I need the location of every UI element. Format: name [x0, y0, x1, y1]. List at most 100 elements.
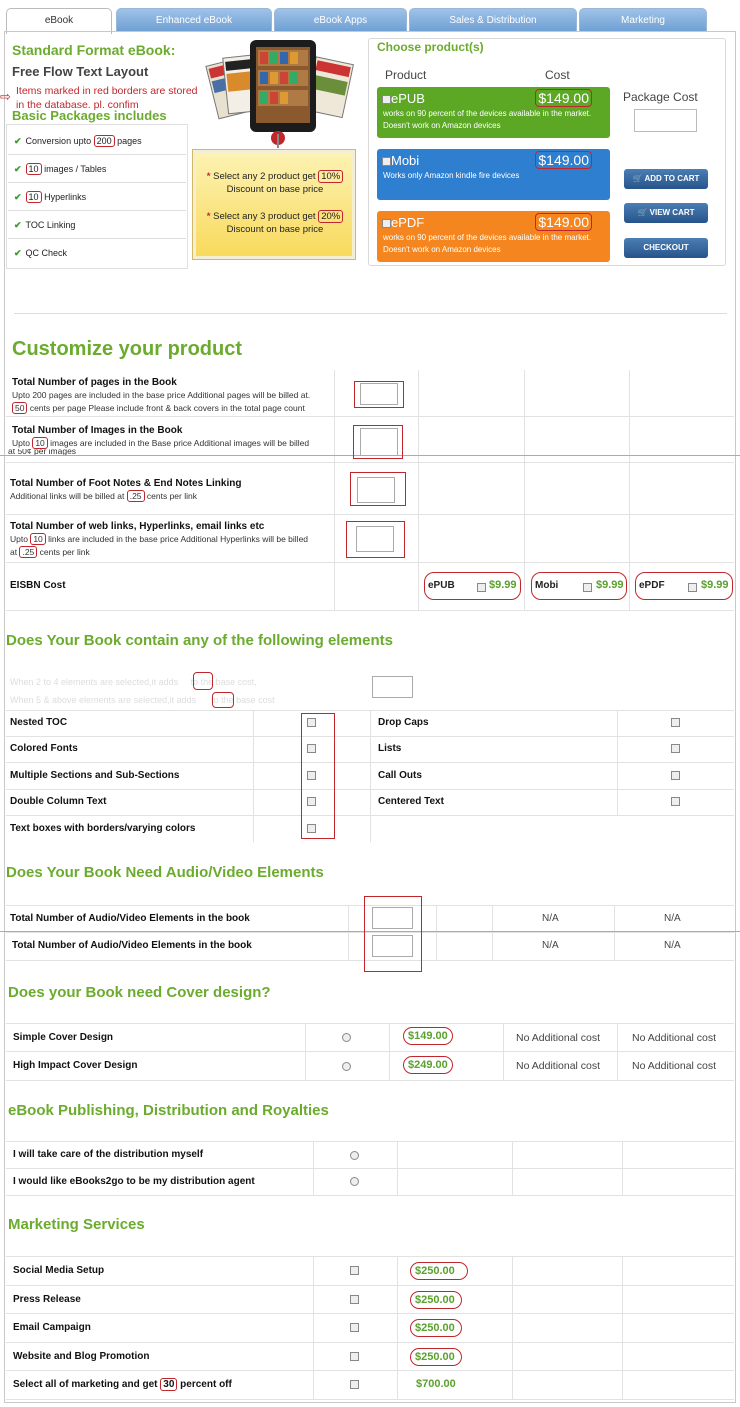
website-promotion-price: $250.00 [410, 1348, 462, 1366]
lists-checkbox[interactable] [671, 744, 680, 753]
grid-line [6, 1256, 734, 1257]
feature-item: ✔ 10 Hyperlinks [8, 183, 186, 211]
pages-input[interactable] [360, 383, 398, 405]
grid-line [512, 1141, 513, 1195]
grid-line [492, 905, 493, 960]
add-to-cart-button[interactable]: 🛒 ADD TO CART [624, 169, 708, 189]
email-campaign-checkbox[interactable] [350, 1323, 359, 1332]
grid-line [6, 1342, 734, 1343]
grid-line [436, 905, 437, 960]
images-input[interactable] [360, 428, 398, 456]
av-title: Does Your Book Need Audio/Video Elements [6, 864, 324, 881]
package-cost-field[interactable] [634, 109, 697, 132]
feature-number: 200 [93, 135, 115, 147]
na-text: N/A [664, 940, 681, 951]
epdf-checkbox[interactable] [382, 219, 391, 228]
grid-line [348, 905, 349, 960]
checkout-button[interactable]: CHECKOUT [624, 238, 708, 258]
tab-marketing[interactable]: Marketing [579, 8, 707, 32]
text-boxes-checkbox[interactable] [307, 824, 316, 833]
check-icon: ✔ [14, 192, 22, 202]
tab-enhanced-ebook[interactable]: Enhanced eBook [116, 8, 272, 32]
press-release-checkbox[interactable] [350, 1295, 359, 1304]
grid-line [622, 1256, 623, 1399]
grid-line [6, 736, 734, 737]
product-epub[interactable]: ePUB $149.00 works on 90 percent of the … [377, 87, 610, 138]
cart-icon: 🛒 [632, 174, 645, 183]
product-mobi[interactable]: Mobi $149.00 Works only Amazon kindle fi… [377, 149, 610, 200]
call-outs-checkbox[interactable] [671, 771, 680, 780]
av-input[interactable] [372, 935, 413, 957]
customize-title: Customize your product [12, 338, 243, 360]
grid-line [397, 1256, 398, 1399]
view-cart-button[interactable]: 🛒 VIEW CART [624, 203, 708, 223]
distribution-agent-radio[interactable] [350, 1177, 359, 1186]
eisbn-mobi[interactable]: Mobi $9.99 [531, 572, 627, 600]
distribution-self-radio[interactable] [350, 1151, 359, 1160]
page-subtitle: Free Flow Text Layout [12, 64, 149, 79]
press-release-label: Press Release [13, 1294, 81, 1305]
check-icon: ✔ [14, 220, 22, 230]
weblinks-label: Total Number of web links, Hyperlinks, e… [10, 521, 265, 532]
grid-line [6, 1141, 734, 1142]
eisbn-epub[interactable]: ePUB $9.99 [424, 572, 521, 600]
high-impact-cover-radio[interactable] [342, 1062, 351, 1071]
tab-sales-distribution[interactable]: Sales & Distribution [409, 8, 577, 32]
grid-line [334, 370, 335, 610]
colored-fonts-checkbox[interactable] [307, 744, 316, 753]
eisbn-epub-checkbox[interactable] [477, 583, 486, 592]
grid-line [6, 762, 734, 763]
marketing-bundle-checkbox[interactable] [350, 1380, 359, 1389]
col-cost: Cost [545, 68, 570, 82]
na-text: N/A [542, 940, 559, 951]
weblinks-rate: .25 [19, 546, 38, 558]
grid-line [6, 1313, 734, 1314]
na-text: N/A [664, 913, 681, 924]
feature-item: ✔ Conversion upto 200 pages [8, 127, 186, 155]
distribution-self-label: I will take care of the distribution mys… [13, 1149, 204, 1160]
simple-cover-radio[interactable] [342, 1033, 351, 1042]
centered-text-checkbox[interactable] [671, 797, 680, 806]
mobi-checkbox[interactable] [382, 157, 391, 166]
grid-line [6, 1080, 734, 1081]
website-promotion-checkbox[interactable] [350, 1352, 359, 1361]
grid-line [524, 370, 525, 610]
eisbn-mobi-checkbox[interactable] [583, 583, 592, 592]
page-title: Standard Format eBook: [12, 42, 176, 58]
grid-line [6, 562, 734, 563]
no-cost-text: No Additional cost [516, 1032, 601, 1044]
drop-caps-checkbox[interactable] [671, 718, 680, 727]
nested-toc-checkbox[interactable] [307, 718, 316, 727]
element-double-column: Double Column Text [10, 796, 107, 807]
social-media-price: $250.00 [410, 1262, 468, 1280]
elements-note-2: When 5 & above elements are selected,it … [10, 695, 275, 705]
element-text-boxes: Text boxes with borders/varying colors [10, 823, 196, 834]
epub-checkbox[interactable] [382, 95, 391, 104]
grid-line [622, 1141, 623, 1195]
discount-line-2: * Select any 2 product get 10% Discount … [200, 170, 350, 196]
na-text: N/A [542, 913, 559, 924]
weblinks-input[interactable] [356, 526, 394, 552]
product-epdf[interactable]: ePDF $149.00 works on 90 percent of the … [377, 211, 610, 262]
double-column-checkbox[interactable] [307, 797, 316, 806]
footnotes-input[interactable] [357, 477, 395, 503]
av-input[interactable] [372, 907, 413, 929]
eisbn-epdf-checkbox[interactable] [688, 583, 697, 592]
social-media-checkbox[interactable] [350, 1266, 359, 1275]
check-icon: ✔ [14, 248, 22, 258]
grid-line [6, 514, 734, 515]
feature-number: 10 [25, 191, 42, 203]
cover-title: Does your Book need Cover design? [8, 984, 271, 1001]
multiple-sections-checkbox[interactable] [307, 771, 316, 780]
discount-box [192, 149, 356, 260]
images-count: 10 [32, 437, 48, 449]
press-release-price: $250.00 [410, 1291, 462, 1309]
publishing-title: eBook Publishing, Distribution and Royal… [8, 1102, 329, 1119]
tab-ebook-apps[interactable]: eBook Apps [274, 8, 407, 32]
products-title: Choose product(s) [377, 40, 484, 54]
ebook-tablet-image [200, 38, 368, 148]
grid-line [305, 1023, 306, 1080]
element-drop-caps: Drop Caps [378, 717, 429, 728]
elements-cost-field[interactable] [372, 676, 413, 698]
eisbn-epdf[interactable]: ePDF $9.99 [635, 572, 733, 600]
